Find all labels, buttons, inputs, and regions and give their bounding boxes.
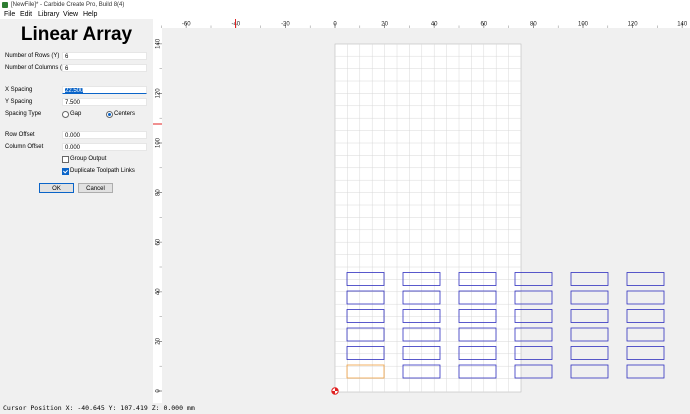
cursor-marker-horizontal [235,19,236,28]
window-title: [NewFile]* - Carbide Create Pro, Build 8… [11,2,125,8]
canvas-svg[interactable]: -60-40-200204060801001201401401201008060… [153,19,690,403]
group-output-label: Group Output [70,156,107,162]
array-copy-rectangle[interactable] [626,272,665,286]
h-ruler-label: -60 [182,22,191,28]
rows-input[interactable]: 6 [62,52,147,60]
cancel-button[interactable]: Cancel [78,183,113,193]
array-copy-rectangle[interactable] [570,364,609,379]
row-offset-input[interactable]: 0.000 [62,131,147,139]
array-copy-rectangle[interactable] [570,290,609,305]
v-ruler-label: 60 [156,238,162,245]
status-bar: Cursor Position X: -40.645 Y: 107.419 Z:… [0,403,690,414]
x-spacing-value: 22.500 [65,88,84,94]
h-ruler-label: 40 [431,22,438,28]
app-icon [2,2,8,8]
h-ruler-label: 80 [530,22,537,28]
cursor-marker-vertical [153,123,162,125]
array-copy-rectangle[interactable] [570,309,609,323]
v-ruler-label: 80 [156,189,162,196]
x-spacing-label: X Spacing [5,87,33,93]
title-bar: [NewFile]* - Carbide Create Pro, Build 8… [0,0,690,10]
panel-title: Linear Array [20,24,133,45]
menu-file[interactable]: File [4,10,15,19]
array-copy-rectangle[interactable] [570,327,609,342]
spacing-type-label: Spacing Type [5,111,42,117]
array-copy-rectangle[interactable] [570,346,609,360]
h-ruler-label: 60 [480,22,487,28]
array-copy-rectangle[interactable] [626,290,665,305]
menu-bar: File Edit Library View Help [0,10,690,19]
design-canvas[interactable]: -60-40-200204060801001201401401201008060… [153,19,690,403]
array-copy-rectangle[interactable] [626,309,665,323]
menu-library[interactable]: Library [38,10,59,19]
menu-edit[interactable]: Edit [20,10,32,19]
array-copy-rectangle[interactable] [626,327,665,342]
col-offset-label: Column Offset [5,144,44,150]
y-spacing-label: Y Spacing [5,99,33,105]
y-spacing-input[interactable]: 7.500 [62,98,147,106]
v-ruler-label: 100 [156,137,162,148]
col-offset-input[interactable]: 0.000 [62,143,147,151]
v-ruler-label: 20 [156,337,162,344]
group-output-checkbox[interactable] [62,156,69,163]
menu-view[interactable]: View [63,10,78,19]
vertical-ruler [153,28,162,403]
array-copy-rectangle[interactable] [626,364,665,379]
ok-button[interactable]: OK [39,183,74,193]
cursor-position: Cursor Position X: -40.645 Y: 107.419 Z:… [3,404,195,412]
h-ruler-label: 20 [381,22,388,28]
array-copy-rectangle[interactable] [626,346,665,360]
linear-array-panel: Linear Array Number of Rows (Y) 6 Number… [0,19,153,403]
origin-marker [331,387,339,395]
v-ruler-label: 40 [156,288,162,295]
h-ruler-label: 120 [628,22,639,28]
h-ruler-label: 140 [677,22,688,28]
array-copy-rectangle[interactable] [570,272,609,286]
x-spacing-input[interactable]: 22.500 [62,86,147,94]
stock-material [334,43,522,393]
h-ruler-label: 100 [578,22,589,28]
h-ruler-label: -40 [231,22,240,28]
rows-label: Number of Rows (Y) [5,53,60,59]
dup-toolpath-label: Duplicate Toolpath Links [70,168,135,174]
gap-label: Gap [70,111,82,117]
gap-radio[interactable] [62,111,69,118]
centers-label: Centers [114,111,136,117]
dup-toolpath-checkbox[interactable] [62,168,69,175]
v-ruler-label: 120 [156,88,162,99]
row-offset-label: Row Offset [5,132,35,138]
cols-label: Number of Columns (X) [5,65,69,71]
centers-radio[interactable] [106,111,113,118]
v-ruler-label: 140 [156,38,162,49]
h-ruler-label: -20 [281,22,290,28]
menu-help[interactable]: Help [83,10,97,19]
cols-input[interactable]: 6 [62,64,147,72]
